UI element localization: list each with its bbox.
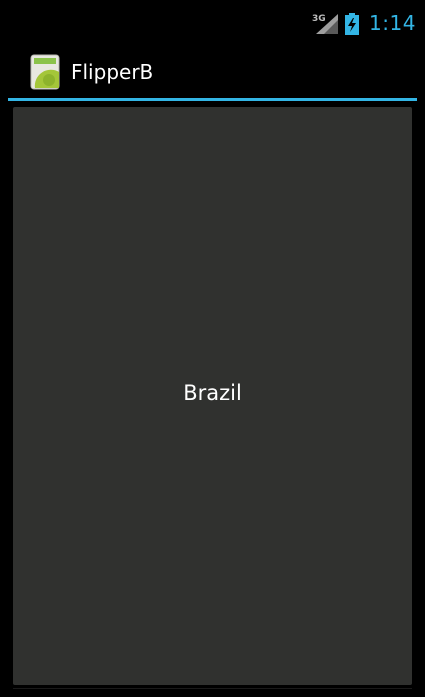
bottom-divider xyxy=(13,688,412,689)
signal-strength-icon xyxy=(316,14,338,34)
action-bar-divider xyxy=(8,98,417,101)
status-time: 1:14 xyxy=(369,11,416,35)
flipper-text: Brazil xyxy=(183,381,242,405)
app-title: FlipperB xyxy=(71,60,154,84)
status-bar: 3G 1:14 xyxy=(0,0,425,45)
action-bar: FlipperB xyxy=(0,45,425,99)
view-flipper-panel[interactable]: Brazil xyxy=(13,107,412,685)
android-app-icon[interactable] xyxy=(30,54,60,90)
battery-charging-icon xyxy=(345,13,359,35)
phone-screen: 3G 1:14 FlipperB Brazil xyxy=(0,0,425,697)
